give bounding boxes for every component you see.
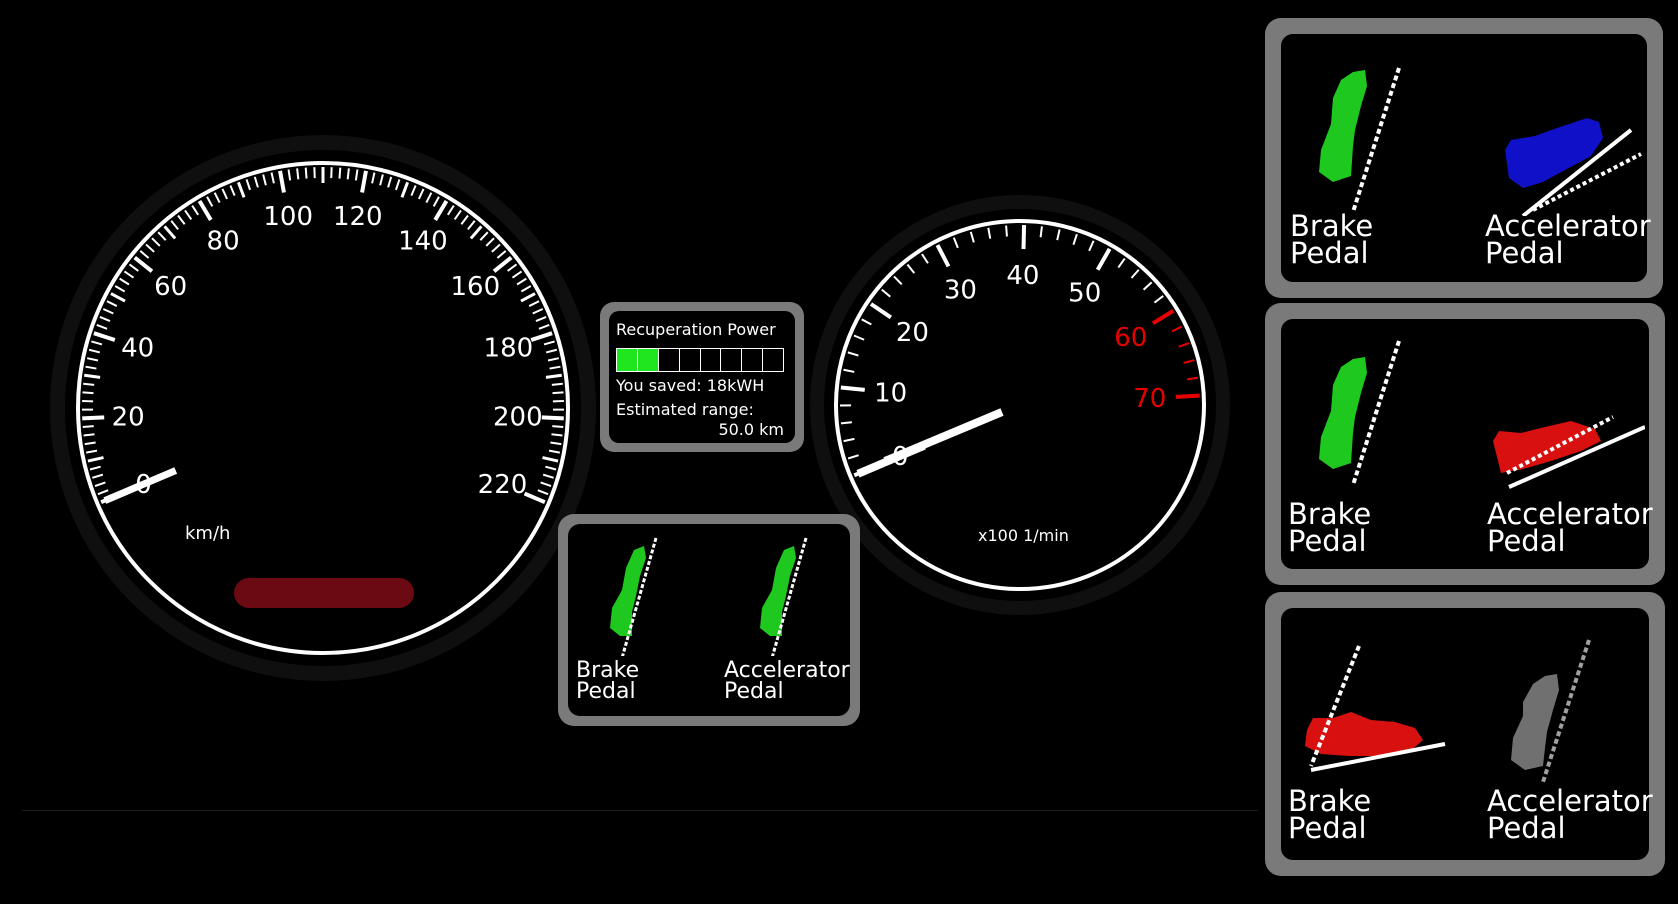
pedal-panel-small: Brake Pedal Accelerator Pedal bbox=[558, 514, 860, 726]
recuperation-power-bar bbox=[616, 348, 784, 372]
accelerator-pedal-icon bbox=[1505, 118, 1642, 216]
energy-saved-text: You saved: 18kWH bbox=[616, 376, 765, 395]
accelerator-pedal-label: Accelerator Pedal bbox=[1485, 209, 1651, 270]
pedal-panel-3: Brake Pedal Accelerator Pedal bbox=[1265, 592, 1665, 876]
speed-tick bbox=[82, 415, 105, 421]
speed-unit-label: km/h bbox=[185, 523, 230, 544]
speed-tick bbox=[346, 168, 350, 180]
tach-tick-label: 70 bbox=[1133, 384, 1166, 414]
accelerator-pedal-icon bbox=[1493, 415, 1645, 489]
recuperation-title: Recuperation Power bbox=[616, 320, 776, 339]
recuperation-panel: Recuperation Power You saved: 18kWH Esti… bbox=[600, 302, 804, 452]
brake-pedal-label: Brake Pedal bbox=[1288, 497, 1372, 558]
tachometer-gauge: 010203040506070 x100 1/min bbox=[810, 195, 1230, 615]
divider-line bbox=[22, 810, 1258, 811]
power-bar-segment bbox=[699, 349, 721, 371]
speed-tick bbox=[83, 433, 95, 437]
tach-tick-label: 10 bbox=[874, 378, 907, 408]
speed-tick-label: 80 bbox=[207, 227, 240, 257]
speed-tick bbox=[552, 425, 564, 428]
tach-tick-label: 30 bbox=[944, 275, 977, 305]
brake-pedal-icon bbox=[1305, 645, 1446, 772]
speedometer-gauge: 020406080100120140160180200220 km/h bbox=[50, 135, 596, 681]
speed-tick bbox=[83, 382, 95, 386]
speed-tick bbox=[551, 382, 563, 386]
tach-tick bbox=[1021, 225, 1027, 250]
estimated-range-value: 50.0 km bbox=[718, 420, 784, 439]
accelerator-pedal-label: Accelerator Pedal bbox=[724, 658, 850, 704]
accelerator-pedal-icon bbox=[760, 537, 808, 656]
accelerator-pedal-label: Accelerator Pedal bbox=[1487, 497, 1653, 558]
speed-tick-label: 180 bbox=[484, 333, 534, 363]
power-bar-segment bbox=[678, 349, 700, 371]
tach-tick bbox=[1175, 393, 1200, 399]
tach-tick bbox=[840, 385, 865, 392]
speed-tick bbox=[541, 415, 564, 421]
brake-pedal-icon bbox=[610, 537, 658, 656]
speed-tick-label: 20 bbox=[112, 402, 145, 432]
brake-pedal-label: Brake Pedal bbox=[1290, 209, 1374, 270]
tach-tick-label: 60 bbox=[1114, 323, 1147, 353]
speed-tick-label: 40 bbox=[121, 333, 154, 363]
speed-tick-label: 140 bbox=[398, 227, 448, 257]
power-bar-segment bbox=[741, 349, 762, 371]
tach-tick-label: 20 bbox=[896, 318, 929, 348]
tach-unit-label: x100 1/min bbox=[978, 526, 1069, 545]
brake-pedal-label: Brake Pedal bbox=[1288, 784, 1372, 845]
brake-pedal-icon bbox=[1319, 340, 1401, 486]
power-bar-segment bbox=[720, 349, 741, 371]
speed-indicator-bar bbox=[234, 578, 414, 608]
speed-tick-label: 160 bbox=[450, 272, 500, 302]
speed-tick bbox=[338, 167, 342, 179]
speed-tick bbox=[82, 425, 94, 428]
power-bar-segment bbox=[762, 349, 783, 371]
tach-tick-label: 50 bbox=[1068, 278, 1101, 308]
speed-tick bbox=[552, 391, 564, 395]
accelerator-pedal-label: Accelerator Pedal bbox=[1487, 784, 1653, 845]
power-bar-segment bbox=[636, 349, 658, 371]
estimated-range-label: Estimated range: bbox=[616, 400, 754, 419]
speed-tick-label: 200 bbox=[493, 402, 543, 432]
speed-tick bbox=[551, 433, 563, 437]
pedal-panel-2: Brake Pedal Accelerator Pedal bbox=[1265, 303, 1665, 585]
accelerator-pedal-icon bbox=[1511, 639, 1591, 783]
speed-tick-label: 60 bbox=[154, 272, 187, 302]
speed-tick-label: 220 bbox=[478, 470, 528, 500]
speed-tick bbox=[296, 168, 300, 180]
tach-tick bbox=[840, 421, 852, 425]
speed-tick-label: 120 bbox=[333, 202, 383, 232]
tach-tick-label: 40 bbox=[1006, 261, 1039, 291]
tach-tick bbox=[1005, 225, 1008, 237]
speed-tick bbox=[304, 167, 308, 179]
brake-pedal-label: Brake Pedal bbox=[576, 658, 640, 704]
speed-tick bbox=[82, 391, 94, 395]
power-bar-segment bbox=[657, 349, 679, 371]
brake-pedal-icon bbox=[1319, 67, 1401, 213]
pedal-panel-1: Brake Pedal Accelerator Pedal bbox=[1265, 18, 1663, 298]
tach-tick bbox=[1039, 226, 1043, 238]
power-bar-segment bbox=[617, 349, 637, 371]
speed-tick-label: 100 bbox=[263, 202, 313, 232]
